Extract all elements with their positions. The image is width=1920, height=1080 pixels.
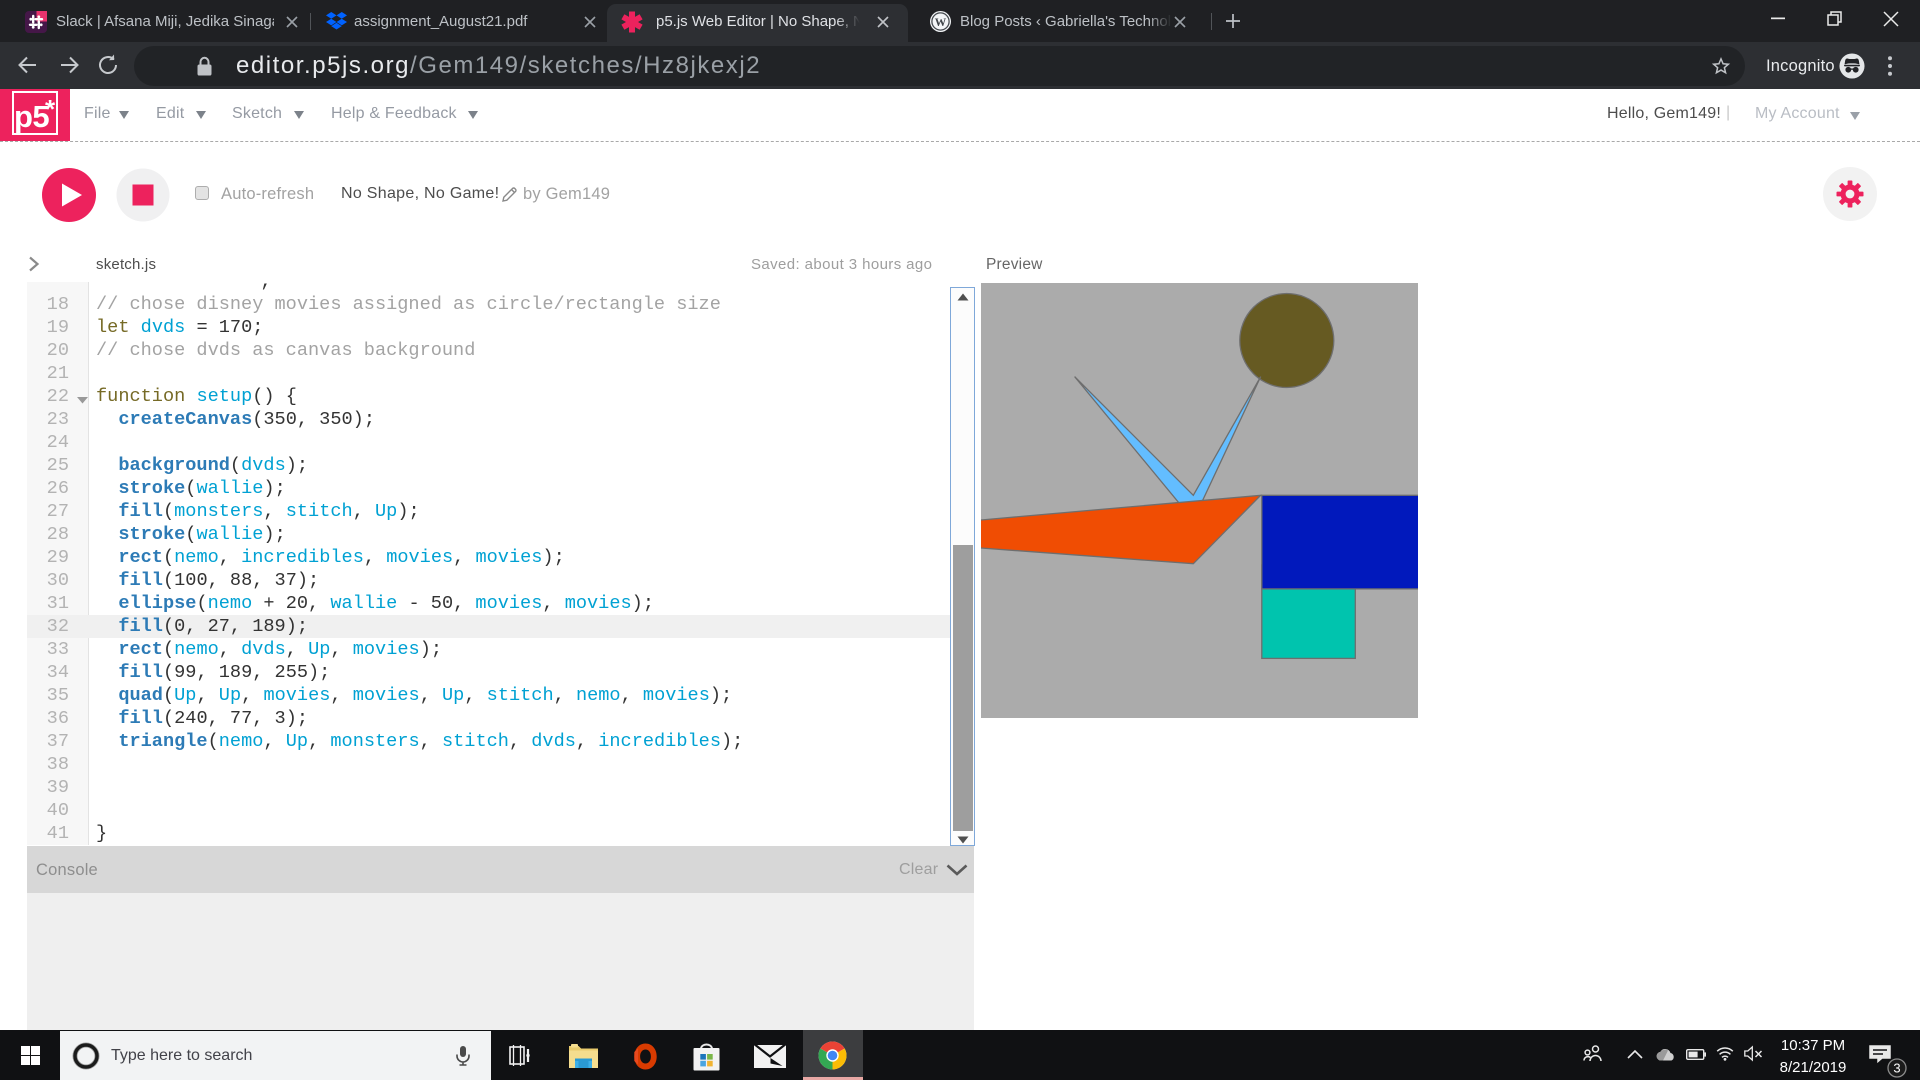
svg-text:3: 3 — [1893, 1061, 1900, 1076]
svg-text:W: W — [935, 17, 947, 29]
